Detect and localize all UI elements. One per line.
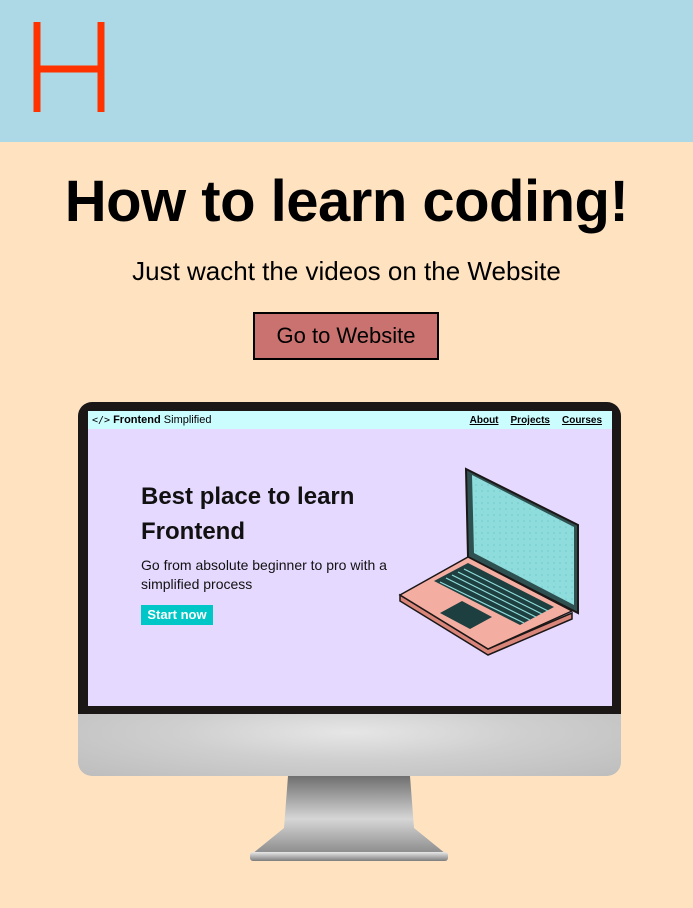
page-title: How to learn coding! <box>64 169 629 234</box>
screen-description: Go from absolute beginner to pro with a … <box>141 557 387 592</box>
monitor-stand <box>250 776 448 861</box>
header-bar <box>0 0 693 142</box>
screen-navbar: </> Frontend Simplified About Projects Cour… <box>88 411 612 429</box>
nav-link-courses: Courses <box>561 415 602 426</box>
screen-headline: Best place to learn Frontend <box>141 483 355 545</box>
monitor-screen-image: </> Frontend Simplified About Projects Cour… <box>88 411 612 706</box>
monitor-chin <box>78 714 621 776</box>
nav-link-about: About <box>469 415 499 426</box>
page-subtitle: Just wacht the videos on the Website <box>132 256 561 286</box>
logo-h-icon[interactable] <box>30 17 110 117</box>
screen-brand: </> Frontend Simplified <box>92 413 211 428</box>
brand-name: Frontend <box>113 414 161 426</box>
nav-link-projects: Projects <box>510 415 550 426</box>
code-brackets-icon: </> <box>92 415 111 426</box>
laptop-icon <box>398 467 579 656</box>
brand-suffix: Simplified <box>163 414 212 426</box>
screen-nav-links: About Projects Courses <box>458 414 602 427</box>
go-to-website-button[interactable]: Go to Website <box>253 312 439 360</box>
start-now-button: Start now <box>141 605 213 625</box>
